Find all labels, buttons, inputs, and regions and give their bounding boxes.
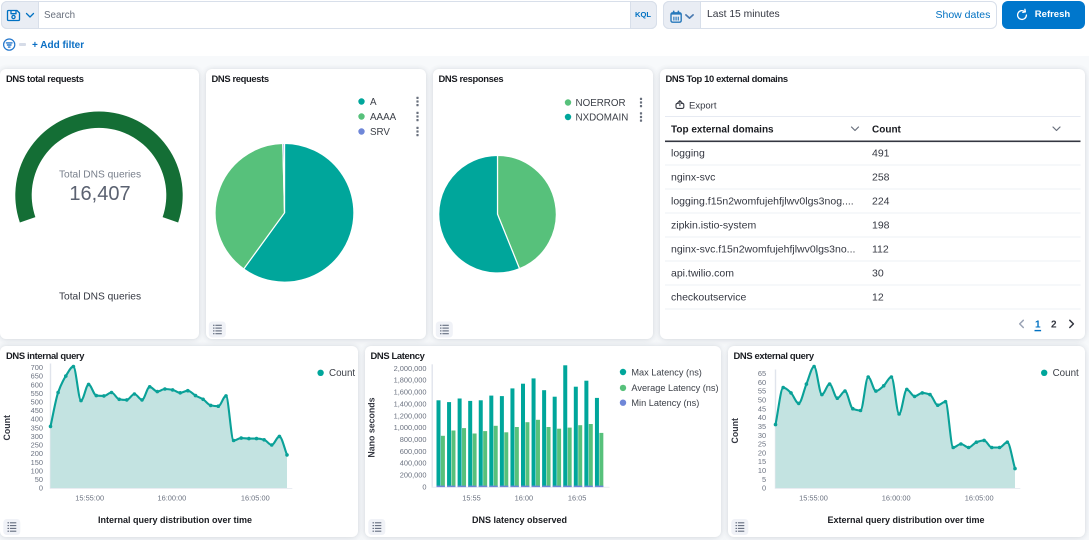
svg-text:15:55:00: 15:55:00 [75, 493, 104, 502]
svg-text:600: 600 [31, 380, 43, 389]
svg-text:400,000: 400,000 [399, 458, 426, 467]
svg-text:25: 25 [757, 439, 765, 448]
svg-text:50: 50 [757, 395, 765, 404]
svg-text:Max Latency (ns): Max Latency (ns) [631, 367, 701, 377]
svg-text:2: 2 [1051, 319, 1057, 330]
svg-text:250: 250 [31, 440, 43, 449]
svg-text:150: 150 [31, 457, 43, 466]
svg-text:35: 35 [757, 421, 765, 430]
svg-text:logging: logging [671, 147, 705, 159]
svg-text:10: 10 [757, 466, 765, 475]
svg-text:checkoutservice: checkoutservice [671, 291, 746, 303]
svg-text:200: 200 [31, 449, 43, 458]
svg-text:Export: Export [689, 100, 717, 111]
svg-text:Average Latency (ns): Average Latency (ns) [631, 383, 718, 393]
svg-text:800,000: 800,000 [399, 435, 426, 444]
svg-text:258: 258 [872, 171, 890, 183]
svg-text:1,400,000: 1,400,000 [393, 399, 426, 408]
svg-text:65: 65 [757, 369, 765, 378]
svg-text:300: 300 [31, 432, 43, 441]
svg-text:1,800,000: 1,800,000 [393, 375, 426, 384]
svg-text:0: 0 [39, 483, 43, 492]
svg-text:40: 40 [757, 413, 765, 422]
svg-text:1: 1 [1035, 319, 1041, 330]
svg-text:16:05:00: 16:05:00 [241, 493, 270, 502]
svg-text:60: 60 [757, 377, 765, 386]
svg-text:nginx-svc.f15n2womfujehfjlwv0l: nginx-svc.f15n2womfujehfjlwv0lgs3no... [671, 243, 855, 255]
svg-text:2,000,000: 2,000,000 [393, 363, 426, 372]
svg-text:15: 15 [757, 457, 765, 466]
svg-text:Internal query distribution ov: Internal query distribution over time [98, 515, 252, 525]
svg-text:550: 550 [31, 388, 43, 397]
svg-text:Nano seconds: Nano seconds [366, 397, 376, 457]
svg-text:200,000: 200,000 [399, 470, 426, 479]
svg-text:16:00:00: 16:00:00 [158, 493, 187, 502]
svg-text:400: 400 [31, 414, 43, 423]
svg-text:SRV: SRV [370, 126, 390, 137]
svg-text:Min Latency (ns): Min Latency (ns) [631, 398, 699, 408]
svg-text:NXDOMAIN: NXDOMAIN [575, 112, 628, 123]
svg-text:zipkin.istio-system: zipkin.istio-system [671, 219, 756, 231]
svg-text:198: 198 [872, 219, 890, 231]
svg-text:logging.f15n2womfujehfjlwv0lgs: logging.f15n2womfujehfjlwv0lgs3nog.... [671, 195, 854, 207]
svg-text:15:55: 15:55 [462, 493, 481, 502]
svg-text:15:55:00: 15:55:00 [799, 493, 828, 502]
svg-text:Count: Count [2, 414, 12, 439]
svg-text:491: 491 [872, 147, 890, 159]
svg-text:Top external domains: Top external domains [671, 124, 774, 135]
svg-text:30: 30 [757, 430, 765, 439]
svg-text:650: 650 [31, 371, 43, 380]
svg-text:16,407: 16,407 [69, 182, 130, 204]
svg-text:55: 55 [757, 386, 765, 395]
svg-text:600,000: 600,000 [399, 446, 426, 455]
svg-text:16:05:00: 16:05:00 [964, 493, 993, 502]
svg-text:NOERROR: NOERROR [575, 97, 625, 108]
svg-text:100: 100 [31, 466, 43, 475]
svg-text:50: 50 [35, 475, 43, 484]
svg-text:Total DNS queries: Total DNS queries [59, 291, 141, 302]
svg-text:30: 30 [872, 267, 884, 279]
svg-text:500: 500 [31, 397, 43, 406]
svg-text:450: 450 [31, 406, 43, 415]
svg-text:12: 12 [872, 291, 884, 303]
svg-text:224: 224 [872, 195, 890, 207]
svg-text:16:00:00: 16:00:00 [881, 493, 910, 502]
svg-text:20: 20 [757, 448, 765, 457]
svg-text:AAAA: AAAA [370, 111, 397, 122]
svg-text:Count: Count [329, 368, 355, 379]
svg-text:Count: Count [872, 124, 902, 135]
svg-text:16:05: 16:05 [567, 493, 586, 502]
svg-text:nginx-svc: nginx-svc [671, 171, 715, 183]
svg-text:A: A [370, 96, 377, 107]
svg-text:700: 700 [31, 363, 43, 372]
svg-text:Count: Count [1052, 368, 1078, 379]
svg-text:16:00: 16:00 [514, 493, 533, 502]
svg-text:Total DNS queries: Total DNS queries [59, 169, 141, 180]
svg-text:0: 0 [761, 483, 765, 492]
svg-text:112: 112 [872, 243, 889, 255]
svg-text:0: 0 [422, 482, 426, 491]
svg-text:1,600,000: 1,600,000 [393, 387, 426, 396]
svg-text:1,200,000: 1,200,000 [393, 411, 426, 420]
svg-text:External query distribution ov: External query distribution over time [827, 515, 984, 525]
svg-text:45: 45 [757, 404, 765, 413]
svg-text:api.twilio.com: api.twilio.com [671, 267, 734, 279]
svg-text:DNS latency observed: DNS latency observed [471, 515, 566, 525]
svg-text:1,000,000: 1,000,000 [393, 423, 426, 432]
svg-text:5: 5 [761, 474, 765, 483]
svg-text:Count: Count [730, 417, 740, 442]
svg-text:350: 350 [31, 423, 43, 432]
